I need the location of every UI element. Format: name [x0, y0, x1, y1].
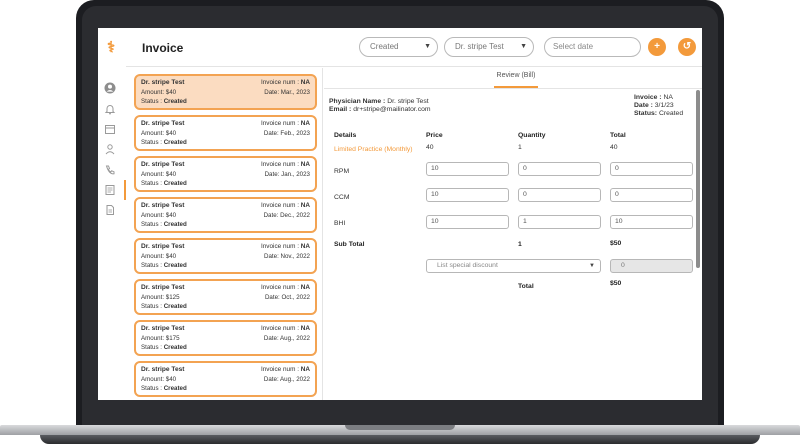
status-filter-select[interactable]: Created ▼ — [359, 37, 438, 57]
calendar-icon[interactable] — [104, 123, 116, 135]
ccm-total-input[interactable]: 0 — [610, 188, 693, 202]
invoice-card[interactable]: Dr. stripe Test Invoice num : NA Amount: … — [134, 156, 317, 192]
panel-divider — [322, 68, 323, 400]
invoice-date-row: Date : 3/1/23 — [634, 102, 674, 109]
ccm-quantity-input[interactable]: 0 — [518, 188, 601, 202]
subtotal-amount: $50 — [610, 240, 622, 247]
person-icon[interactable] — [104, 143, 116, 155]
bhi-total-input[interactable]: 10 — [610, 215, 693, 229]
invoice-card[interactable]: Dr. stripe Test Invoice num : NA Amount: … — [134, 74, 317, 110]
phone-icon[interactable] — [104, 164, 116, 176]
bhi-price-input[interactable]: 10 — [426, 215, 509, 229]
invoice-icon[interactable] — [104, 184, 116, 196]
discount-amount-input: 0 — [610, 259, 693, 273]
invoice-status-row: Status: Created — [634, 110, 684, 117]
column-header-quantity: Quantity — [518, 132, 546, 139]
status-filter-value: Created — [370, 42, 399, 51]
bhi-quantity-input[interactable]: 1 — [518, 215, 601, 229]
invoice-card[interactable]: Dr. stripe Test Invoice num : NA Amount: … — [134, 115, 317, 151]
physician-name-row: Physician Name : Dr. stripe Test — [329, 98, 429, 105]
line-label-rpm: RPM — [334, 168, 350, 175]
column-header-price: Price — [426, 132, 443, 139]
line-label-ccm: CCM — [334, 194, 350, 201]
user-circle-icon[interactable] — [104, 82, 116, 94]
physician-filter-select[interactable]: Dr. stripe Test ▼ — [444, 37, 534, 57]
date-input[interactable]: Select date — [544, 37, 641, 57]
rpm-price-input[interactable]: 10 — [426, 162, 509, 176]
plan-name: Limited Practice (Monthly) — [334, 146, 413, 153]
document-icon[interactable] — [104, 204, 116, 216]
subtotal-quantity: 1 — [518, 241, 522, 248]
tab-review-bill[interactable]: Review (Bill) — [494, 72, 538, 79]
invoice-card[interactable]: Dr. stripe Test Invoice num : NA Amount: … — [134, 238, 317, 274]
rail-active-indicator — [124, 180, 126, 200]
line-label-bhi: BHI — [334, 220, 346, 227]
left-rail: ⚕ — [98, 28, 126, 400]
bell-icon[interactable] — [104, 103, 116, 115]
page-title: Invoice — [142, 41, 184, 55]
ccm-price-input[interactable]: 10 — [426, 188, 509, 202]
invoice-card[interactable]: Dr. stripe Test Invoice num : NA Amount: … — [134, 279, 317, 315]
invoice-card[interactable]: Dr. stripe Test Invoice num : NA Amount: … — [134, 197, 317, 233]
column-header-total: Total — [610, 132, 626, 139]
special-discount-select[interactable]: List special discount ▼ — [426, 259, 601, 273]
column-header-details: Details — [334, 132, 357, 139]
refresh-button[interactable]: ↺ — [678, 38, 696, 56]
rpm-total-input[interactable]: 0 — [610, 162, 693, 176]
subtotal-label: Sub Total — [334, 241, 365, 248]
header-divider — [126, 66, 702, 67]
invoice-card[interactable]: Dr. stripe Test Invoice num : NA Amount: … — [134, 361, 317, 397]
special-discount-placeholder: List special discount — [437, 262, 498, 269]
total-label: Total — [518, 283, 534, 290]
app-screen: ⚕ Invoice Created ▼ Dr. stripe Test ▼ Se… — [98, 28, 702, 400]
invoice-card[interactable]: Dr. stripe Test Invoice num : NA Amount: … — [134, 320, 317, 356]
total-amount: $50 — [610, 280, 622, 287]
rpm-quantity-input[interactable]: 0 — [518, 162, 601, 176]
detail-scrollbar[interactable] — [696, 90, 700, 268]
chevron-down-icon: ▼ — [520, 43, 527, 50]
tab-divider — [324, 88, 702, 89]
invoice-number-row: Invoice : NA — [634, 94, 673, 101]
add-button[interactable]: + — [648, 38, 666, 56]
plan-price: 40 — [426, 144, 434, 151]
plan-total: 40 — [610, 144, 618, 151]
app-logo: ⚕ — [106, 39, 116, 56]
plan-quantity: 1 — [518, 144, 522, 151]
invoice-list: Dr. stripe Test Invoice num : NA Amount: … — [133, 74, 318, 400]
chevron-down-icon: ▼ — [424, 43, 431, 50]
laptop-base — [0, 425, 800, 446]
physician-filter-value: Dr. stripe Test — [455, 42, 504, 51]
chevron-down-icon: ▼ — [589, 263, 595, 269]
email-row: Email : dr+stripe@mailinator.com — [329, 106, 431, 113]
